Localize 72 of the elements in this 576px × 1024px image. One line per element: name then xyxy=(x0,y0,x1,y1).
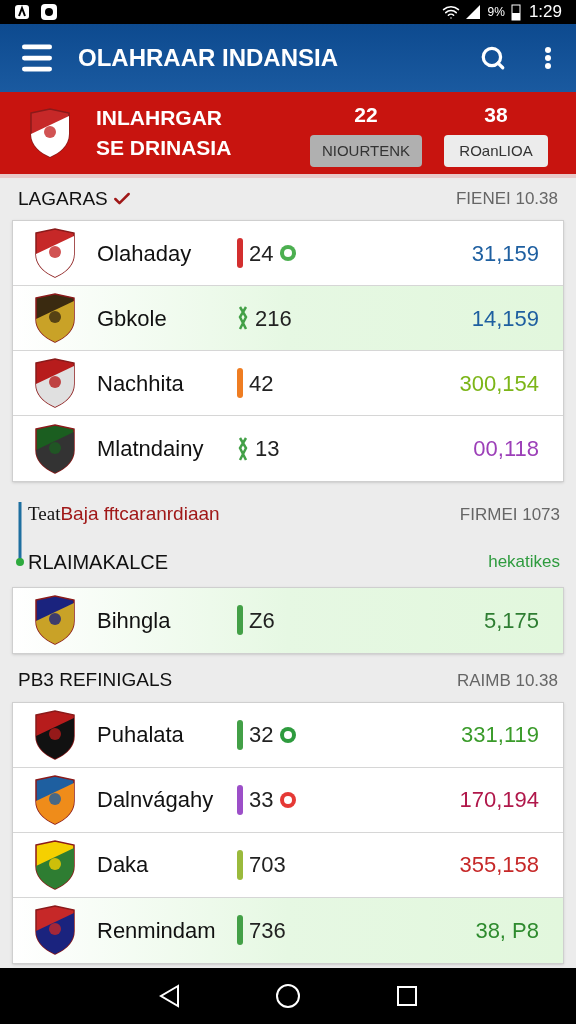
recents-icon[interactable] xyxy=(396,985,419,1007)
section-title: Baja fftcaranrdiaan xyxy=(60,502,220,526)
team-value: 216 xyxy=(255,304,292,333)
back-icon[interactable] xyxy=(157,984,180,1008)
team-total: 170,194 xyxy=(459,786,539,814)
section-prefix: Teat xyxy=(28,502,61,526)
team-value: 32 xyxy=(249,721,274,749)
team-name: Olahaday xyxy=(97,239,193,268)
banner-title: INLAHRGAR xyxy=(96,105,223,131)
crest-icon xyxy=(33,839,77,890)
team-name: Bihngla xyxy=(97,606,172,635)
team-total: 14,159 xyxy=(471,304,539,333)
team-row[interactable]: Dalnvágahy 33 170,194 xyxy=(13,767,563,833)
team-value: 42 xyxy=(249,369,274,398)
crest-icon xyxy=(33,228,77,278)
crest-icon xyxy=(33,774,77,825)
notification-icon xyxy=(14,4,30,20)
team-row[interactable]: Daka 703 355,158 xyxy=(13,832,563,898)
team-name: Nachhita xyxy=(97,369,185,398)
app-title: OLAHRAAR INDANSIA xyxy=(78,43,338,73)
crest-icon xyxy=(33,709,77,760)
team-row[interactable]: Gbkole 216 14,159 xyxy=(13,286,563,351)
team-value: 24 xyxy=(249,239,274,268)
timeline-icon xyxy=(16,500,24,568)
crest-icon xyxy=(33,905,77,955)
section-date: RAIMB 10.38 xyxy=(456,669,558,692)
team-name: Mlatndainy xyxy=(97,435,205,463)
team-name: Gbkole xyxy=(97,304,168,333)
crest-icon xyxy=(33,358,77,408)
section-date: FIRMEI 1073 xyxy=(459,503,560,526)
team-total: 355,158 xyxy=(459,851,539,879)
team-total: 331,119 xyxy=(461,721,539,749)
team-row[interactable]: Puhalata 32 331,119 xyxy=(13,702,563,768)
team-value: Z6 xyxy=(249,606,275,635)
stat-value: 38 xyxy=(484,102,508,129)
team-total: 00,118 xyxy=(473,435,539,463)
stat-button[interactable]: ROanLIOA xyxy=(444,134,548,167)
team-name: Puhalata xyxy=(97,721,185,749)
team-value: 13 xyxy=(255,435,280,463)
team-total: 5,175 xyxy=(483,606,539,635)
team-row[interactable]: Renmindam 736 38, P8 xyxy=(13,897,563,963)
section-title: PB3 REFINIGALS xyxy=(18,668,173,693)
team-value: 703 xyxy=(249,851,286,879)
crest-icon xyxy=(33,595,77,645)
stat-button[interactable]: NIOURTENK xyxy=(310,134,422,167)
team-row[interactable]: Olahaday 24 31,159 xyxy=(13,221,563,286)
crest-icon xyxy=(33,423,77,474)
battery-percent: 9% xyxy=(487,4,505,21)
section-date: FIENEI 10.38 xyxy=(455,188,558,211)
more-icon[interactable] xyxy=(544,46,552,70)
team-name: Renmindam xyxy=(97,916,217,945)
team-total: 31,159 xyxy=(471,239,539,268)
banner-title: SE DRINASIA xyxy=(96,135,232,161)
team-row[interactable]: Mlatndainy 13 00,118 xyxy=(13,416,563,481)
team-row[interactable]: Bihngla Z6 5,175 xyxy=(13,587,563,653)
team-total: 38, P8 xyxy=(475,916,539,945)
team-value: 736 xyxy=(249,916,286,945)
crest-icon xyxy=(33,293,77,343)
section-subtitle: RLAIMAKALCE xyxy=(28,549,169,575)
stat-value: 22 xyxy=(354,102,378,129)
search-button[interactable] xyxy=(480,45,506,71)
team-total: 300,154 xyxy=(459,369,539,398)
team-value: 33 xyxy=(249,786,274,814)
team-name: Daka xyxy=(97,851,150,879)
battery-icon xyxy=(510,3,521,21)
team-name: Dalnvágahy xyxy=(97,786,215,814)
home-icon[interactable] xyxy=(275,983,301,1009)
section-title: LAGARAS xyxy=(18,186,108,211)
clock: 1:29 xyxy=(528,1,562,24)
team-row[interactable]: Nachhita 42 300,154 xyxy=(13,351,563,416)
crest-icon xyxy=(28,108,72,158)
wifi-icon xyxy=(441,3,460,21)
